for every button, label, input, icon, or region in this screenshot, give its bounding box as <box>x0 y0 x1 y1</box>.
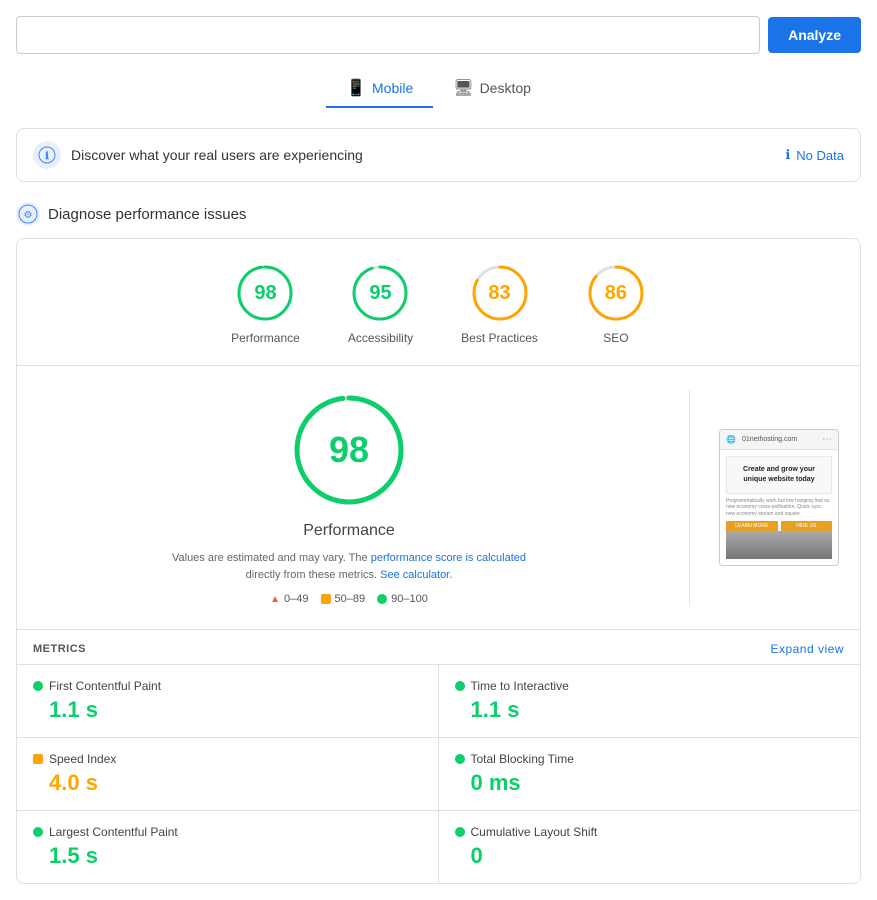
desktop-icon: 🖥 <box>453 78 473 98</box>
score-value-accessibility: 95 <box>369 282 391 305</box>
diagnose-icon: ⚙ <box>16 202 40 226</box>
metric-name-fcp: First Contentful Paint <box>49 679 161 693</box>
score-value-seo: 86 <box>605 282 627 305</box>
perf-left: 98 Performance Values are estimated and … <box>33 390 665 605</box>
real-users-text: Discover what your real users are experi… <box>71 147 363 163</box>
real-users-info-row: ℹ Discover what your real users are expe… <box>16 128 861 182</box>
legend-red: ▲ 0–49 <box>270 593 308 605</box>
info-row-left: ℹ Discover what your real users are expe… <box>33 141 363 169</box>
score-value-best-practices: 83 <box>488 282 510 305</box>
metric-dot-lcp <box>33 827 43 837</box>
svg-text:⚙: ⚙ <box>24 210 33 221</box>
metric-value-tbt: 0 ms <box>455 770 845 796</box>
score-circle-accessibility: 95 <box>350 263 410 323</box>
metric-name-si: Speed Index <box>49 752 116 766</box>
metrics-label: METRICS <box>33 643 86 655</box>
metric-item-si: Speed Index 4.0 s <box>17 737 439 810</box>
metric-name-tbt: Total Blocking Time <box>471 752 574 766</box>
perf-right: 🌐 01nethosting.com ⋯ Create and grow you… <box>714 390 844 605</box>
expand-view-button[interactable]: Expand view <box>770 642 844 656</box>
tab-mobile[interactable]: 📱 Mobile <box>326 70 433 108</box>
info-row-icon: ℹ <box>33 141 61 169</box>
big-score-circle: 98 <box>289 390 409 510</box>
perf-score-link[interactable]: performance score is calculated <box>371 552 526 564</box>
tab-desktop-label: Desktop <box>480 80 531 96</box>
tab-desktop[interactable]: 🖥 Desktop <box>433 70 551 108</box>
svg-text:ℹ: ℹ <box>45 151 49 162</box>
metrics-grid: First Contentful Paint 1.1 s Time to Int… <box>17 664 860 883</box>
metric-item-tti: Time to Interactive 1.1 s <box>439 664 861 737</box>
preview-favicon: 🌐 <box>726 435 736 444</box>
url-input[interactable]: https://01nethosting.com/ <box>16 16 760 54</box>
preview-btn-learn: LEARN MORE <box>726 521 778 531</box>
metric-value-si: 4.0 s <box>33 770 422 796</box>
metric-value-lcp: 1.5 s <box>33 843 422 869</box>
legend-range-green: 90–100 <box>391 593 428 605</box>
score-item-seo: 86 SEO <box>586 263 646 345</box>
score-value-performance: 98 <box>254 282 276 305</box>
metric-dot-fcp <box>33 681 43 691</box>
score-card: 98 Performance 95 Accessibility <box>16 238 861 884</box>
preview-btn-hire: HIRE US <box>781 521 833 531</box>
big-score-value: 98 <box>329 429 369 471</box>
metric-item-fcp: First Contentful Paint 1.1 s <box>17 664 439 737</box>
legend-range-orange: 50–89 <box>335 593 366 605</box>
metric-dot-si <box>33 754 43 764</box>
mobile-icon: 📱 <box>346 78 366 98</box>
score-label-seo: SEO <box>603 331 628 345</box>
device-tabs: 📱 Mobile 🖥 Desktop <box>16 70 861 108</box>
legend-range-red: 0–49 <box>284 593 308 605</box>
score-item-performance: 98 Performance <box>231 263 300 345</box>
perf-main: 98 Performance Values are estimated and … <box>17 366 860 630</box>
score-label-best-practices: Best Practices <box>461 331 538 345</box>
no-data-badge[interactable]: ℹ No Data <box>785 147 844 163</box>
score-label-accessibility: Accessibility <box>348 331 413 345</box>
perf-legend: ▲ 0–49 50–89 90–100 <box>270 593 428 605</box>
info-icon-right: ℹ <box>785 147 790 163</box>
metric-value-cls: 0 <box>455 843 845 869</box>
tab-mobile-label: Mobile <box>372 80 413 96</box>
preview-body: Create and grow your unique website toda… <box>720 450 838 565</box>
metric-dot-tti <box>455 681 465 691</box>
preview-domain: 01nethosting.com <box>742 436 797 443</box>
preview-dots: ⋯ <box>822 434 832 445</box>
preview-bar: 🌐 01nethosting.com ⋯ <box>720 430 838 450</box>
diagnose-label: Diagnose performance issues <box>48 206 246 223</box>
legend-orange: 50–89 <box>321 593 366 605</box>
metric-value-tti: 1.1 s <box>455 697 845 723</box>
metric-name-cls: Cumulative Layout Shift <box>471 825 598 839</box>
score-summary: 98 Performance 95 Accessibility <box>17 239 860 366</box>
preview-buttons: LEARN MORE HIRE US <box>726 521 832 531</box>
preview-hero-title: Create and grow your unique website toda… <box>731 465 827 485</box>
preview-image <box>726 531 832 559</box>
metric-dot-cls <box>455 827 465 837</box>
metric-item-lcp: Largest Contentful Paint 1.5 s <box>17 810 439 883</box>
perf-note: Values are estimated and may vary. The p… <box>172 550 526 583</box>
metric-name-tti: Time to Interactive <box>471 679 569 693</box>
analyze-button[interactable]: Analyze <box>768 17 861 53</box>
metric-item-cls: Cumulative Layout Shift 0 <box>439 810 861 883</box>
no-data-label: No Data <box>796 148 844 163</box>
legend-green: 90–100 <box>377 593 428 605</box>
perf-title: Performance <box>303 522 395 540</box>
score-circle-performance: 98 <box>235 263 295 323</box>
url-bar-row: https://01nethosting.com/ Analyze <box>16 16 861 54</box>
diagnose-header: ⚙ Diagnose performance issues <box>16 202 861 226</box>
perf-divider <box>689 390 690 605</box>
score-item-accessibility: 95 Accessibility <box>348 263 413 345</box>
metric-item-tbt: Total Blocking Time 0 ms <box>439 737 861 810</box>
metric-name-lcp: Largest Contentful Paint <box>49 825 178 839</box>
metric-dot-tbt <box>455 754 465 764</box>
score-circle-best-practices: 83 <box>470 263 530 323</box>
preview-hero: Create and grow your unique website toda… <box>726 456 832 494</box>
score-item-best-practices: 83 Best Practices <box>461 263 538 345</box>
website-preview: 🌐 01nethosting.com ⋯ Create and grow you… <box>719 429 839 566</box>
metric-value-fcp: 1.1 s <box>33 697 422 723</box>
calc-link[interactable]: See calculator <box>380 569 449 581</box>
score-label-performance: Performance <box>231 331 300 345</box>
preview-small-text: Programmatically work but low hanging fr… <box>726 498 832 518</box>
metrics-header: METRICS Expand view <box>17 630 860 664</box>
score-circle-seo: 86 <box>586 263 646 323</box>
